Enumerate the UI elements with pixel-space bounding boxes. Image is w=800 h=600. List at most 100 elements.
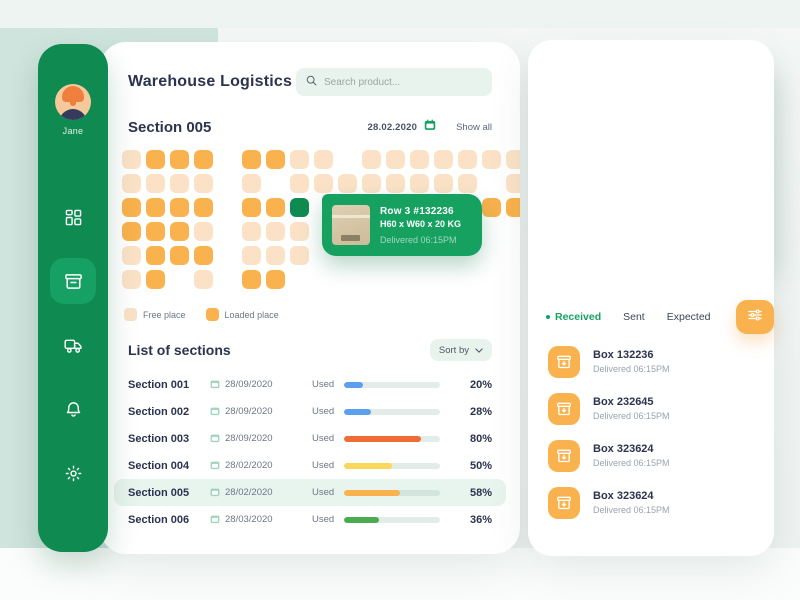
- delivery-box-row[interactable]: Box 132236Delivered 06:15PM: [548, 338, 774, 385]
- delivery-box-row[interactable]: Box 323624Delivered 06:15PM: [548, 479, 774, 526]
- grid-cell-loaded[interactable]: [194, 150, 213, 169]
- grid-cell-free[interactable]: [410, 150, 429, 169]
- grid-cell-free[interactable]: [362, 150, 381, 169]
- section-list-row[interactable]: Section 00528/02/2020Used58%: [114, 479, 506, 506]
- grid-cell-free[interactable]: [506, 174, 520, 193]
- delivery-box-title: Box 323624: [593, 490, 670, 502]
- grid-cell-loaded[interactable]: [146, 150, 165, 169]
- section-list-row[interactable]: Section 00428/02/2020Used50%: [114, 452, 506, 479]
- grid-cell-free[interactable]: [314, 174, 333, 193]
- calendar-icon: [210, 376, 220, 394]
- grid-cell-free[interactable]: [122, 246, 141, 265]
- grid-cell-free[interactable]: [242, 246, 261, 265]
- grid-cell-free[interactable]: [242, 222, 261, 241]
- grid-cell-loaded[interactable]: [170, 198, 189, 217]
- grid-cell-loaded[interactable]: [266, 270, 285, 289]
- grid-cell-free[interactable]: [170, 174, 189, 193]
- sidebar-item-inventory[interactable]: [50, 258, 96, 304]
- sidebar-item-delivery[interactable]: [50, 322, 96, 368]
- grid-cell-empty: [458, 270, 477, 289]
- grid-cell-free[interactable]: [482, 150, 501, 169]
- delivery-box-title: Box 323624: [593, 443, 670, 455]
- grid-cell-loaded[interactable]: [506, 198, 520, 217]
- section-row-progress-bar: [344, 382, 440, 388]
- sort-by-button[interactable]: Sort by: [430, 339, 492, 361]
- grid-cell-loaded[interactable]: [242, 270, 261, 289]
- grid-cell-free[interactable]: [266, 222, 285, 241]
- grid-cell-loaded[interactable]: [194, 246, 213, 265]
- grid-cell-loaded[interactable]: [146, 222, 165, 241]
- grid-cell-free[interactable]: [458, 174, 477, 193]
- sidebar-item-notifications[interactable]: [50, 386, 96, 432]
- delivery-box-row[interactable]: Box 232645Delivered 06:15PM: [548, 385, 774, 432]
- tab-received[interactable]: Received: [546, 311, 601, 323]
- tab-sent[interactable]: Sent: [623, 311, 645, 323]
- section-list-row[interactable]: Section 00328/09/2020Used80%: [114, 425, 506, 452]
- grid-cell-loaded[interactable]: [482, 198, 501, 217]
- grid-cell-empty: [482, 222, 501, 241]
- main-content-card: Warehouse Logistics Search product... Se…: [100, 42, 520, 554]
- grid-cell-loaded[interactable]: [146, 246, 165, 265]
- sidebar-item-dashboard[interactable]: [50, 194, 96, 240]
- search-input[interactable]: Search product...: [296, 68, 492, 96]
- grid-cell-free[interactable]: [338, 174, 357, 193]
- grid-cell-loaded[interactable]: [242, 150, 261, 169]
- grid-cell-free[interactable]: [194, 174, 213, 193]
- box-download-icon: [548, 440, 580, 472]
- delivery-box-row[interactable]: Box 323624Delivered 06:15PM: [548, 432, 774, 479]
- grid-cell-free[interactable]: [434, 150, 453, 169]
- calendar-icon: [210, 457, 220, 475]
- grid-cell-free[interactable]: [434, 174, 453, 193]
- grid-cell-loaded[interactable]: [242, 198, 261, 217]
- sidebar-nav: [50, 190, 96, 496]
- grid-cell-loaded[interactable]: [194, 198, 213, 217]
- grid-cell-empty: [170, 270, 189, 289]
- grid-cell-free[interactable]: [314, 150, 333, 169]
- grid-cell-free[interactable]: [242, 174, 261, 193]
- active-tab-dot-icon: [546, 315, 550, 319]
- grid-cell-free[interactable]: [290, 150, 309, 169]
- filter-button[interactable]: [736, 300, 774, 334]
- sidebar-item-settings[interactable]: [50, 450, 96, 496]
- grid-cell-free[interactable]: [290, 174, 309, 193]
- tab-expected[interactable]: Expected: [667, 311, 711, 323]
- grid-cell-free[interactable]: [458, 150, 477, 169]
- section-list-row[interactable]: Section 00128/09/2020Used20%: [114, 371, 506, 398]
- grid-cell-loaded[interactable]: [146, 198, 165, 217]
- grid-cell-loaded[interactable]: [170, 246, 189, 265]
- grid-cell-free[interactable]: [146, 174, 165, 193]
- grid-cell-free[interactable]: [122, 150, 141, 169]
- grid-cell-empty: [266, 174, 285, 193]
- grid-cell-free[interactable]: [386, 150, 405, 169]
- grid-cell-loaded[interactable]: [170, 222, 189, 241]
- section-row-progress-bar: [344, 436, 440, 442]
- show-all-link[interactable]: Show all: [456, 122, 492, 133]
- grid-cell-free[interactable]: [290, 222, 309, 241]
- grid-cell-free[interactable]: [122, 174, 141, 193]
- grid-cell-loaded[interactable]: [266, 198, 285, 217]
- section-row-progress-bar: [344, 463, 440, 469]
- grid-cell-free[interactable]: [386, 174, 405, 193]
- grid-cell-green[interactable]: [290, 198, 309, 217]
- section-list-row[interactable]: Section 00628/03/2020Used36%: [114, 506, 506, 533]
- grid-cell-free[interactable]: [410, 174, 429, 193]
- delivery-box-subtitle: Delivered 06:15PM: [593, 364, 670, 374]
- grid-cell-empty: [218, 270, 237, 289]
- grid-cell-free[interactable]: [194, 222, 213, 241]
- grid-cell-loaded[interactable]: [122, 198, 141, 217]
- grid-cell-free[interactable]: [362, 174, 381, 193]
- grid-cell-free[interactable]: [506, 150, 520, 169]
- grid-cell-free[interactable]: [290, 246, 309, 265]
- chevron-down-icon: [475, 345, 483, 356]
- avatar[interactable]: [55, 84, 91, 120]
- grid-cell-loaded[interactable]: [146, 270, 165, 289]
- grid-cell-loaded[interactable]: [170, 150, 189, 169]
- grid-cell-free[interactable]: [266, 246, 285, 265]
- calendar-icon[interactable]: [424, 118, 436, 136]
- grid-cell-loaded[interactable]: [266, 150, 285, 169]
- grid-cell-loaded[interactable]: [122, 222, 141, 241]
- grid-cell-free[interactable]: [194, 270, 213, 289]
- grid-cell-free[interactable]: [122, 270, 141, 289]
- section-list-row[interactable]: Section 00228/09/2020Used28%: [114, 398, 506, 425]
- section-row-progress-bar: [344, 517, 440, 523]
